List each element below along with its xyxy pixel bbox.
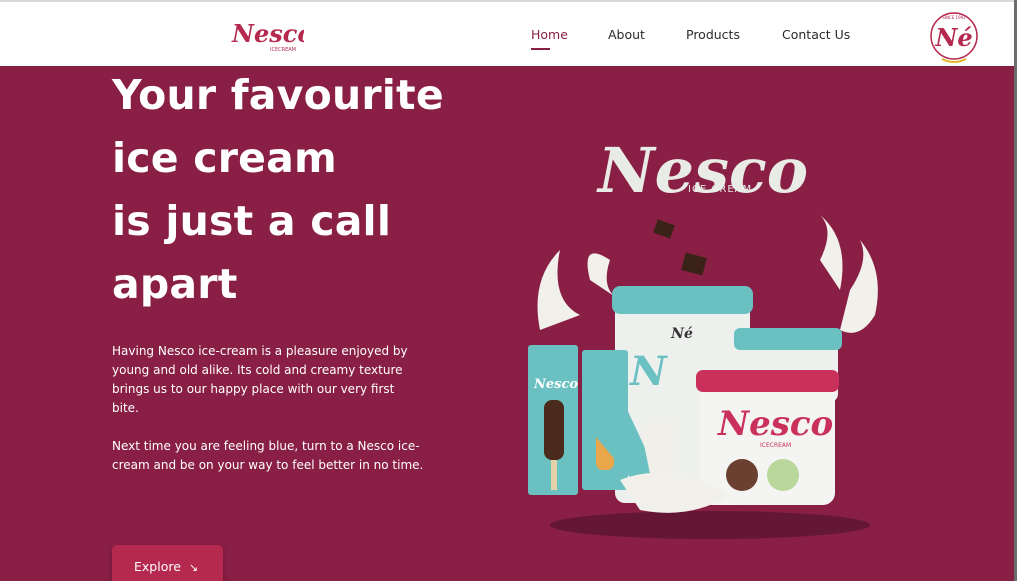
hero-title-line-3: is just a call bbox=[112, 197, 392, 245]
hero-title-line-1: Your favourite bbox=[112, 71, 444, 119]
hero-paragraph-2: Next time you are feeling blue, turn to … bbox=[112, 439, 424, 472]
ne-badge-icon: SINCE 1992 Né bbox=[930, 12, 978, 63]
main-nav: Home About Products Contact Us bbox=[0, 2, 1014, 66]
lid-mark: Né bbox=[670, 326, 693, 342]
svg-text:N: N bbox=[628, 348, 668, 395]
hero-paragraph-1: Having Nesco ice-cream is a pleasure enj… bbox=[112, 344, 408, 415]
nav-active-underline bbox=[531, 48, 550, 50]
svg-text:Né: Né bbox=[934, 23, 972, 52]
hero-title-line-2: ice cream bbox=[112, 134, 337, 182]
ice-cream-products-illustration: Nesco ICE CREAM Né N Nesco ICECREAM Nesc… bbox=[528, 134, 878, 539]
explore-button[interactable]: Explore ↘ bbox=[112, 545, 223, 581]
badge-logo[interactable]: SINCE 1992 Né bbox=[928, 7, 980, 65]
navbar: Nesco ICECREAM Home About Products Conta… bbox=[0, 2, 1014, 66]
nav-about[interactable]: About bbox=[608, 27, 645, 42]
nav-products[interactable]: Products bbox=[686, 27, 740, 42]
tub-label: Nesco bbox=[717, 404, 833, 444]
bar-label: Nesco bbox=[533, 377, 578, 392]
nav-home[interactable]: Home bbox=[531, 27, 568, 42]
hero-title-line-4: apart bbox=[112, 260, 238, 308]
nav-contact-us[interactable]: Contact Us bbox=[782, 27, 850, 42]
arrow-down-right-icon: ↘ bbox=[188, 561, 199, 574]
product-logo-text: Nesco bbox=[596, 134, 808, 207]
tub-sub: ICECREAM bbox=[760, 442, 791, 449]
product-logo-sub: ICE CREAM bbox=[688, 184, 752, 195]
svg-text:SINCE 1992: SINCE 1992 bbox=[942, 15, 966, 20]
hero-title: Your favourite ice cream is just a call … bbox=[112, 64, 472, 316]
explore-button-label: Explore bbox=[134, 559, 181, 574]
product-image: Nesco ICE CREAM Né N Nesco ICECREAM Nesc… bbox=[520, 100, 890, 550]
